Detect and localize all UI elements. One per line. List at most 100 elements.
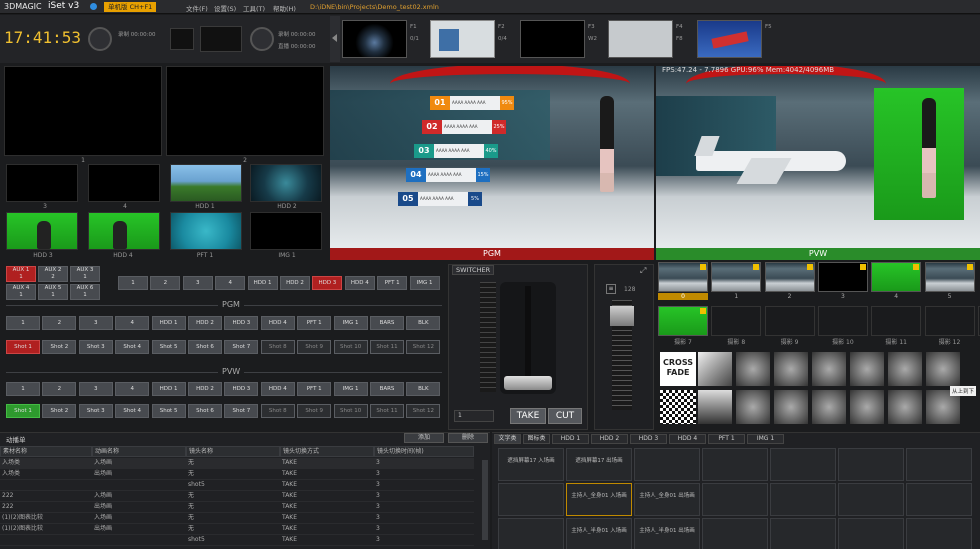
pgm-shot-button[interactable]: Shot 11 <box>370 340 404 354</box>
pgm-input-button[interactable]: HDD 1 <box>151 316 186 330</box>
pgm-shot-button[interactable]: Shot 9 <box>297 340 332 354</box>
switcher-tab[interactable]: SWITCHER <box>452 265 495 275</box>
transition-duration-input[interactable]: 1 <box>454 410 494 422</box>
table-cell[interactable]: 3 <box>374 502 474 513</box>
asset-cell[interactable] <box>702 483 768 516</box>
graphic-bar[interactable]: 05 AAAA AAAA AAA 5% <box>398 192 488 206</box>
pvw-shot-button[interactable]: Shot 1 <box>6 404 40 418</box>
empty-scene-slot[interactable] <box>711 306 762 336</box>
menu-file[interactable]: 文件(F) <box>186 3 208 13</box>
table-cell[interactable]: TAKE <box>280 513 374 524</box>
table-cell[interactable]: 3 <box>374 513 474 524</box>
transition-effect[interactable] <box>774 352 808 386</box>
transition-effect[interactable] <box>698 390 732 424</box>
transition-effect[interactable] <box>888 390 922 424</box>
graphic-bar[interactable]: 03 AAAA AAAA AAA 40% <box>414 144 504 158</box>
pvw-shot-button[interactable]: Shot 11 <box>370 404 404 418</box>
expand-icon[interactable]: ⤢ <box>640 266 646 276</box>
asset-cell[interactable] <box>498 483 564 516</box>
top-bus-button[interactable]: 3 <box>182 276 213 290</box>
pgm-shot-button[interactable]: Shot 4 <box>115 340 150 354</box>
pgm-input-button[interactable]: 2 <box>42 316 77 330</box>
scene-thumb[interactable] <box>871 262 922 292</box>
transition-effect[interactable] <box>736 390 770 424</box>
table-cell[interactable]: 3 <box>374 469 474 480</box>
tbar-handle[interactable] <box>504 376 552 390</box>
table-cell[interactable]: 无 <box>186 458 280 469</box>
pvw-shot-button[interactable]: Shot 4 <box>115 404 150 418</box>
asset-cell[interactable] <box>906 483 972 516</box>
table-cell[interactable]: 无 <box>186 491 280 502</box>
asset-cell[interactable] <box>838 483 904 516</box>
asset-tab[interactable]: 图标类 <box>523 434 550 444</box>
pgm-shot-button[interactable]: Shot 6 <box>188 340 222 354</box>
pgm-input-button[interactable]: IMG 1 <box>333 316 368 330</box>
table-cell[interactable]: 无 <box>186 513 280 524</box>
pvw-input-button[interactable]: HDD 4 <box>260 382 295 396</box>
table-cell[interactable]: TAKE <box>280 458 374 469</box>
asset-tab[interactable]: IMG 1 <box>747 434 784 444</box>
pgm-shot-button[interactable]: Shot 5 <box>151 340 186 354</box>
input-thumb-4[interactable] <box>88 164 160 202</box>
pgm-input-button[interactable]: 4 <box>115 316 150 330</box>
scene-thumb[interactable] <box>711 262 762 292</box>
qr-effect[interactable] <box>660 390 696 424</box>
menu-help[interactable]: 帮助(H) <box>273 3 296 13</box>
pgm-input-button[interactable]: HDD 2 <box>188 316 222 330</box>
channel-thumb-5[interactable] <box>697 20 762 58</box>
asset-tab[interactable]: HDD 2 <box>591 434 628 444</box>
table-cell[interactable]: shot5 <box>186 480 280 491</box>
pvw-shot-button[interactable]: Shot 9 <box>297 404 332 418</box>
top-bus-button[interactable]: 4 <box>215 276 246 290</box>
table-cell[interactable]: TAKE <box>280 524 374 535</box>
pvw-input-button[interactable]: BLK <box>406 382 441 396</box>
empty-scene-slot[interactable] <box>764 306 815 336</box>
asset-tab[interactable]: PFT 1 <box>708 434 745 444</box>
add-button[interactable]: 添加 <box>404 433 444 443</box>
link-button[interactable] <box>170 28 194 50</box>
top-bus-button[interactable]: HDD 3 <box>312 276 343 290</box>
table-cell[interactable]: TAKE <box>280 491 374 502</box>
top-bus-button[interactable]: IMG 1 <box>409 276 440 290</box>
asset-cell[interactable] <box>770 448 836 481</box>
pvw-shot-button[interactable]: Shot 6 <box>188 404 222 418</box>
pvw-shot-button[interactable]: Shot 5 <box>151 404 186 418</box>
pvw-shot-button[interactable]: Shot 8 <box>260 404 295 418</box>
empty-scene-slot[interactable] <box>871 306 922 336</box>
aux-button[interactable]: AUX 22 <box>38 266 68 282</box>
scene-thumb[interactable] <box>817 262 868 292</box>
pgm-shot-button[interactable]: Shot 8 <box>260 340 295 354</box>
asset-cell[interactable] <box>906 518 972 549</box>
input-monitor-1[interactable] <box>4 66 162 156</box>
pgm-shot-button[interactable]: Shot 3 <box>78 340 113 354</box>
pgm-input-button[interactable]: BLK <box>406 316 441 330</box>
channel-thumb-3[interactable] <box>520 20 585 58</box>
asset-cell[interactable] <box>838 448 904 481</box>
input-thumb-3[interactable] <box>6 164 78 202</box>
pgm-input-button[interactable]: BARS <box>370 316 404 330</box>
transition-effect[interactable] <box>736 352 770 386</box>
pvw-input-button[interactable]: HDD 3 <box>224 382 259 396</box>
asset-cell[interactable]: 主持人_全身01 出场画 <box>634 483 700 516</box>
input-monitor-2[interactable] <box>166 66 324 156</box>
input-thumb-pft1[interactable] <box>170 212 242 250</box>
asset-cell[interactable]: 遮挡屏幕17 入场画 <box>498 448 564 481</box>
transition-effect[interactable] <box>812 352 846 386</box>
pvw-input-button[interactable]: 3 <box>78 382 113 396</box>
graphic-bar[interactable]: 01 AAAA AAAA AAA 95% <box>430 96 520 110</box>
table-cell[interactable]: TAKE <box>280 502 374 513</box>
aux-button[interactable]: AUX 11 <box>6 266 36 282</box>
asset-cell[interactable] <box>634 448 700 481</box>
empty-scene-slot[interactable] <box>924 306 975 336</box>
aux-button[interactable]: AUX 31 <box>70 266 100 282</box>
pvw-input-button[interactable]: IMG 1 <box>333 382 368 396</box>
cross-fade-effect[interactable]: CROSS FADE <box>660 352 696 386</box>
table-cell[interactable]: 无 <box>186 524 280 535</box>
pgm-input-button[interactable]: 1 <box>6 316 40 330</box>
asset-tab[interactable]: HDD 1 <box>552 434 589 444</box>
scene-thumb-green[interactable] <box>658 306 708 336</box>
asset-tab[interactable]: 文字类 <box>494 434 521 444</box>
pgm-shot-button[interactable]: Shot 2 <box>42 340 77 354</box>
menu-tools[interactable]: 工具(T) <box>243 3 265 13</box>
table-cell[interactable]: 3 <box>374 480 474 491</box>
